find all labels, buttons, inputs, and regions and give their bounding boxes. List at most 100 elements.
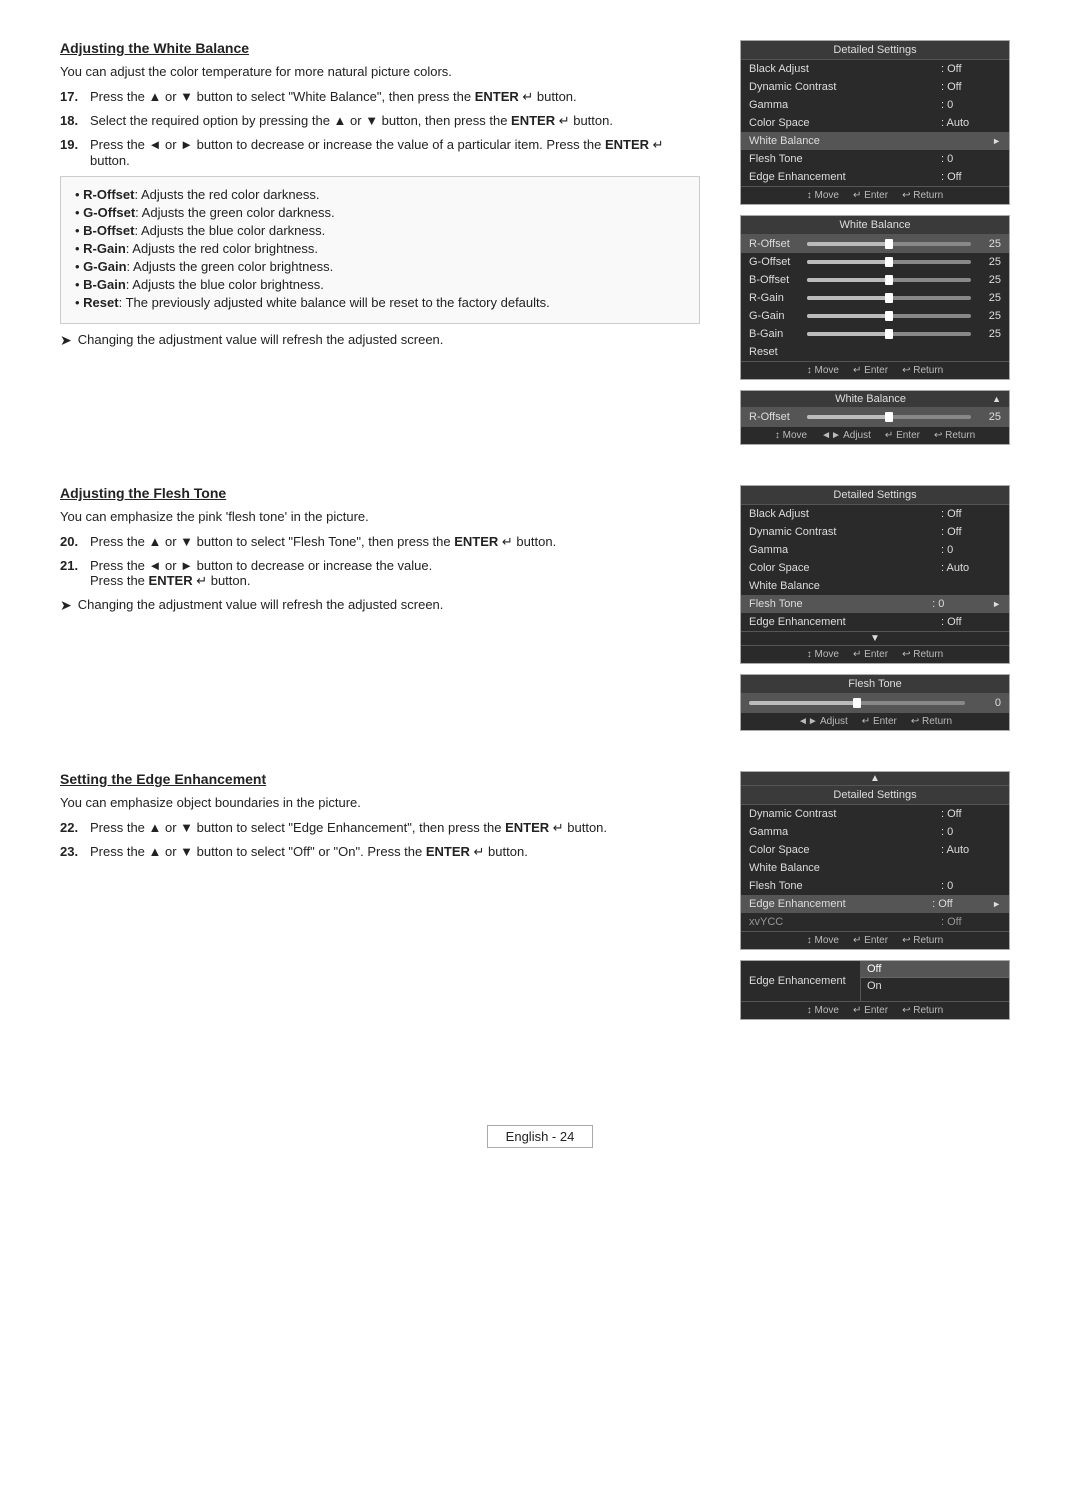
- wb-step-19: 19. Press the ◄ or ► button to decrease …: [60, 137, 700, 168]
- section-flesh-tone: Adjusting the Flesh Tone You can emphasi…: [60, 485, 1020, 731]
- ee-panel-row-white-balance: White Balance: [741, 859, 1009, 877]
- slider-row-b-gain: B-Gain 25: [741, 325, 1009, 343]
- footer-return: ↩ Return: [902, 190, 943, 201]
- step-text-20: Press the ▲ or ▼ button to select "Flesh…: [90, 534, 700, 550]
- wb-desc: You can adjust the color temperature for…: [60, 64, 700, 79]
- ee-dropdown-footer: ↕ Move ↵ Enter ↩ Return: [741, 1001, 1009, 1019]
- slider-row-reset: Reset: [741, 343, 1009, 361]
- ft-panel-row-color-space: Color Space : Auto: [741, 559, 1009, 577]
- ee-panel-row-color-space: Color Space : Auto: [741, 841, 1009, 859]
- ee-detailed-title: Detailed Settings: [741, 786, 1009, 805]
- ee-title: Setting the Edge Enhancement: [60, 771, 700, 787]
- ee-dropdown-panel: Edge Enhancement Off On ↕ Move ↵ Enter ↩…: [740, 960, 1010, 1020]
- slider-track-r-gain: [807, 296, 971, 300]
- footer-label: English - 24: [487, 1125, 594, 1148]
- ee-desc: You can emphasize object boundaries in t…: [60, 795, 700, 810]
- panel-row-white-balance-hl: White Balance: [741, 132, 1009, 150]
- chevron-right-icon: [992, 136, 1001, 147]
- bullet-r-offset: R-Offset: Adjusts the red color darkness…: [75, 187, 685, 202]
- slider-track-single: [807, 415, 971, 419]
- ft-slider-panel: Flesh Tone 0 ◄► Adjust ↵ Enter ↩ Return: [740, 674, 1010, 731]
- page-content: Adjusting the White Balance You can adju…: [60, 40, 1020, 1153]
- slider-track-b-offset: [807, 278, 971, 282]
- ee-dropdown-content: Edge Enhancement Off On: [741, 961, 1009, 1001]
- ee-detailed-panel: ▲ Detailed Settings Dynamic Contrast : O…: [740, 771, 1010, 950]
- note-arrow-ft: ➤: [60, 597, 72, 614]
- section-white-balance: Adjusting the White Balance You can adju…: [60, 40, 1020, 445]
- wb-bullets: R-Offset: Adjusts the red color darkness…: [60, 176, 700, 324]
- step-text-22: Press the ▲ or ▼ button to select "Edge …: [90, 820, 700, 836]
- section-left-wb: Adjusting the White Balance You can adju…: [60, 40, 710, 445]
- bullet-reset: Reset: The previously adjusted white bal…: [75, 295, 685, 310]
- slider-row-g-offset: G-Offset 25: [741, 253, 1009, 271]
- step-text-19: Press the ◄ or ► button to decrease or i…: [90, 137, 700, 168]
- ft-slider-footer: ◄► Adjust ↵ Enter ↩ Return: [741, 712, 1009, 730]
- section-right-wb: Detailed Settings Black Adjust : Off Dyn…: [740, 40, 1020, 445]
- panel-row-gamma: Gamma : 0: [741, 96, 1009, 114]
- step-num-17: 17.: [60, 89, 84, 105]
- panel-row-color-space: Color Space : Auto: [741, 114, 1009, 132]
- ft-panel-row-gamma: Gamma : 0: [741, 541, 1009, 559]
- wb-detailed-footer: ↕ Move ↵ Enter ↩ Return: [741, 186, 1009, 204]
- step-num-23: 23.: [60, 844, 84, 860]
- step-text-18: Select the required option by pressing t…: [90, 113, 700, 129]
- bullet-b-gain: B-Gain: Adjusts the blue color brightnes…: [75, 277, 685, 292]
- wb-step-18: 18. Select the required option by pressi…: [60, 113, 700, 129]
- ft-panel-down-arrow: ▼: [741, 631, 1009, 645]
- ee-step-23: 23. Press the ▲ or ▼ button to select "O…: [60, 844, 700, 860]
- wb-single-row: R-Offset 25: [741, 408, 1009, 426]
- slider-track-g-gain: [807, 314, 971, 318]
- bullet-r-gain: R-Gain: Adjusts the red color brightness…: [75, 241, 685, 256]
- slider-track-r-offset: [807, 242, 971, 246]
- wb-sliders-panel: White Balance R-Offset 25 G-Offset 25: [740, 215, 1010, 380]
- ee-panel-row-flesh-tone: Flesh Tone : 0: [741, 877, 1009, 895]
- chevron-right-icon-ft: [992, 599, 1001, 610]
- slider-fill-r-offset: [807, 242, 889, 246]
- slider-row-r-offset: R-Offset 25: [741, 235, 1009, 253]
- ee-detailed-footer: ↕ Move ↵ Enter ↩ Return: [741, 931, 1009, 949]
- panel-row-flesh-tone: Flesh Tone : 0: [741, 150, 1009, 168]
- slider-row-b-offset: B-Offset 25: [741, 271, 1009, 289]
- ft-detailed-title: Detailed Settings: [741, 486, 1009, 505]
- ee-panel-row-gamma: Gamma : 0: [741, 823, 1009, 841]
- ft-note-text: Changing the adjustment value will refre…: [78, 597, 444, 612]
- wb-detailed-title: Detailed Settings: [741, 41, 1009, 60]
- ee-panel-row-dynamic-contrast: Dynamic Contrast : Off: [741, 805, 1009, 823]
- footer-enter: ↵ Enter: [853, 190, 888, 201]
- panel-row-edge-enhancement: Edge Enhancement : Off: [741, 168, 1009, 186]
- ft-step-21: 21. Press the ◄ or ► button to decrease …: [60, 558, 700, 589]
- section-right-ft: Detailed Settings Black Adjust : Off Dyn…: [740, 485, 1020, 731]
- wb-detailed-panel: Detailed Settings Black Adjust : Off Dyn…: [740, 40, 1010, 205]
- chevron-right-icon-ee: [992, 899, 1001, 910]
- wb-single-panel: White Balance ▲ R-Offset 25 ↕ Move ◄► Ad…: [740, 390, 1010, 445]
- edge-option-off[interactable]: Off: [861, 961, 1009, 978]
- footer-move: ↕ Move: [807, 190, 839, 201]
- ee-panel-up-arrow: ▲: [741, 772, 1009, 786]
- step-num-19: 19.: [60, 137, 84, 168]
- step-num-21: 21.: [60, 558, 84, 589]
- ft-slider-track: [749, 701, 965, 705]
- ft-step-20: 20. Press the ▲ or ▼ button to select "F…: [60, 534, 700, 550]
- wb-sliders-footer: ↕ Move ↵ Enter ↩ Return: [741, 361, 1009, 379]
- ft-note: ➤ Changing the adjustment value will ref…: [60, 597, 700, 614]
- tri-up-icon: ▲: [992, 394, 1001, 404]
- page-footer: English - 24: [60, 1120, 1020, 1153]
- ft-panel-row-flesh-tone-hl: Flesh Tone : 0: [741, 595, 1009, 613]
- ee-panel-row-edge-hl: Edge Enhancement : Off: [741, 895, 1009, 913]
- step-text-17: Press the ▲ or ▼ button to select "White…: [90, 89, 700, 105]
- ee-dropdown-options: Off On: [861, 961, 1009, 1001]
- slider-track-b-gain: [807, 332, 971, 336]
- slider-thumb-r-offset: [885, 239, 893, 249]
- wb-single-footer: ↕ Move ◄► Adjust ↵ Enter ↩ Return: [741, 426, 1009, 444]
- bullet-g-offset: G-Offset: Adjusts the green color darkne…: [75, 205, 685, 220]
- step-text-21: Press the ◄ or ► button to decrease or i…: [90, 558, 700, 589]
- section-edge-enhancement: Setting the Edge Enhancement You can emp…: [60, 771, 1020, 1020]
- ee-panel-row-xvycc: xvYCC : Off: [741, 913, 1009, 931]
- ft-detailed-panel: Detailed Settings Black Adjust : Off Dyn…: [740, 485, 1010, 664]
- edge-option-on[interactable]: On: [861, 978, 1009, 994]
- ee-dropdown-label: Edge Enhancement: [741, 961, 861, 1001]
- wb-note-text: Changing the adjustment value will refre…: [78, 332, 444, 347]
- wb-single-title: White Balance: [749, 393, 992, 405]
- note-arrow-wb: ➤: [60, 332, 72, 349]
- ee-step-22: 22. Press the ▲ or ▼ button to select "E…: [60, 820, 700, 836]
